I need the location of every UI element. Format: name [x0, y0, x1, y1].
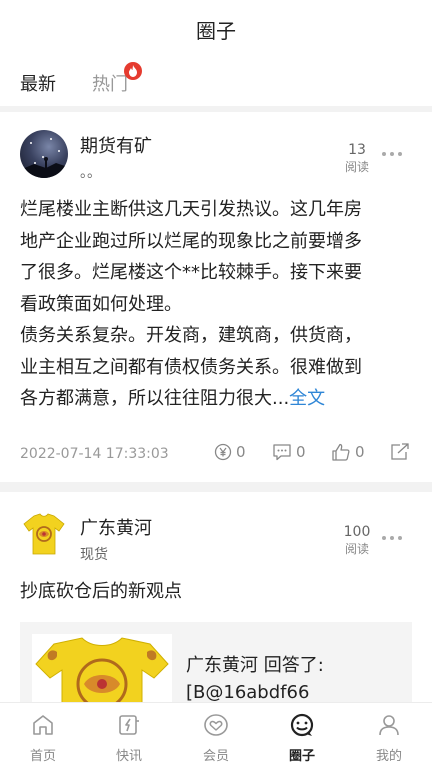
author-name[interactable]: 期货有矿: [80, 132, 152, 158]
post-body-line: 烂尾楼业主断供这几天引发热议。这几年房: [20, 199, 362, 220]
nav-item-circle[interactable]: 圈子: [272, 713, 332, 764]
nav-item-profile[interactable]: 我的: [359, 713, 419, 764]
quoted-answer-card[interactable]: 广东黄河 回答了: [B@16abdf66: [20, 622, 412, 702]
post-body[interactable]: 烂尾楼业主断供这几天引发热议。这几年房 地产企业跑过所以烂尾的现象比之前要增多 …: [20, 194, 412, 415]
nav-label: 会员: [202, 749, 229, 764]
share-icon: [391, 443, 409, 460]
nav-label: 快讯: [115, 749, 142, 764]
quote-text: 广东黄河 回答了: [B@16abdf66: [186, 652, 406, 702]
quote-text-line: [B@16abdf66: [186, 682, 310, 702]
quote-text-line: 广东黄河 回答了:: [186, 655, 324, 676]
read-count: 100 阅读: [337, 524, 377, 557]
full-text-link[interactable]: 全文: [289, 388, 325, 409]
like-button[interactable]: 0: [331, 443, 365, 461]
share-button[interactable]: [390, 443, 410, 461]
comment-count: 0: [296, 443, 306, 461]
home-icon: [33, 715, 53, 735]
reward-yuan-icon: [214, 443, 232, 461]
avatar[interactable]: [20, 130, 68, 178]
profile-icon: [379, 715, 399, 736]
post-body[interactable]: 抄底砍仓后的新观点: [20, 576, 412, 608]
post-body-line: 地产企业跑过所以烂尾的现象比之前要增多: [20, 230, 362, 252]
reward-count: 0: [236, 443, 246, 461]
nav-item-home[interactable]: 首页: [13, 713, 73, 764]
more-options-icon[interactable]: [382, 536, 402, 542]
thumbs-up-icon: [332, 443, 350, 461]
read-count-label: 阅读: [344, 160, 369, 174]
newsflash-icon: [119, 715, 139, 735]
avatar[interactable]: [20, 510, 68, 558]
author-subtitle: 。。: [80, 165, 101, 181]
read-count: 13 阅读: [337, 142, 377, 175]
page-header: 圈子: [0, 0, 432, 59]
feed-tabs: 最新 热门: [0, 58, 432, 106]
post-body-line: 债务关系复杂。开发商，建筑商，供货商，: [20, 325, 362, 346]
bottom-nav: 首页 快讯 会员 圈子 我的: [0, 702, 432, 769]
nav-label: 我的: [375, 749, 402, 764]
tab-latest[interactable]: 最新: [20, 70, 56, 106]
nav-label: 首页: [29, 749, 56, 764]
vip-heart-icon: [204, 714, 228, 736]
read-count-label: 阅读: [344, 542, 369, 556]
nav-item-newsflash[interactable]: 快讯: [99, 713, 159, 764]
reward-button[interactable]: 0: [214, 443, 246, 461]
circle-chat-icon: [290, 713, 314, 737]
post-body-line: 各方都满意，所以往往阻力很大...: [20, 388, 290, 409]
post-body-line: 看政策面如何处理。: [20, 293, 182, 315]
author-name[interactable]: 广东黄河: [80, 514, 152, 540]
fire-icon: [124, 62, 142, 80]
like-count: 0: [355, 443, 365, 461]
read-count-value: 100: [343, 524, 371, 540]
page-title: 圈子: [196, 18, 236, 43]
nav-label: 圈子: [288, 749, 315, 764]
post-card[interactable]: 广东黄河 现货 100 阅读 抄底砍仓后的新观点 广东黄河 回答了: [B@16…: [0, 492, 432, 702]
post-timestamp: 2022-07-14 17:33:03: [20, 446, 169, 462]
more-options-icon[interactable]: [382, 152, 402, 158]
quote-thumbnail: [32, 634, 172, 702]
post-body-line: 了很多。烂尾楼这个**比较棘手。接下来要: [20, 262, 362, 283]
post-card[interactable]: 期货有矿 。。 13 阅读 烂尾楼业主断供这几天引发热议。这几年房 地产企业跑过…: [0, 112, 432, 482]
post-body-line: 业主相互之间都有债权债务关系。很难做到: [20, 356, 362, 378]
tab-hot[interactable]: 热门: [92, 70, 128, 96]
nav-item-vip[interactable]: 会员: [186, 713, 246, 764]
author-subtitle: 现货: [80, 547, 108, 563]
comment-icon: [273, 444, 291, 461]
read-count-value: 13: [348, 142, 366, 158]
comment-button[interactable]: 0: [272, 443, 306, 461]
